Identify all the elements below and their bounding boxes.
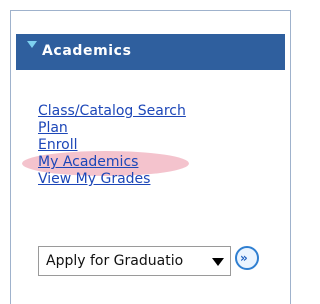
select-value: Apply for Graduatio — [46, 253, 184, 269]
view-my-grades-link[interactable]: View My Grades — [38, 171, 150, 188]
link-item: Enroll — [38, 134, 278, 153]
link-item: Plan — [38, 117, 278, 136]
collapse-triangle-icon[interactable] — [27, 41, 37, 48]
panel-header[interactable]: Academics — [16, 34, 285, 70]
academics-panel: Academics Class/Catalog Search Plan Enro… — [10, 10, 291, 304]
link-item: Class/Catalog Search — [38, 100, 278, 119]
link-item: View My Grades — [38, 168, 278, 188]
link-item: My Academics — [22, 151, 278, 176]
double-chevron-right-icon: » — [240, 251, 248, 265]
go-button[interactable]: » — [235, 246, 259, 270]
academics-action-select[interactable]: Apply for Graduatio — [38, 246, 231, 276]
academics-links: Class/Catalog Search Plan Enroll My Acad… — [22, 100, 278, 188]
dropdown-arrow-icon[interactable] — [212, 258, 224, 266]
panel-title: Academics — [42, 43, 132, 59]
